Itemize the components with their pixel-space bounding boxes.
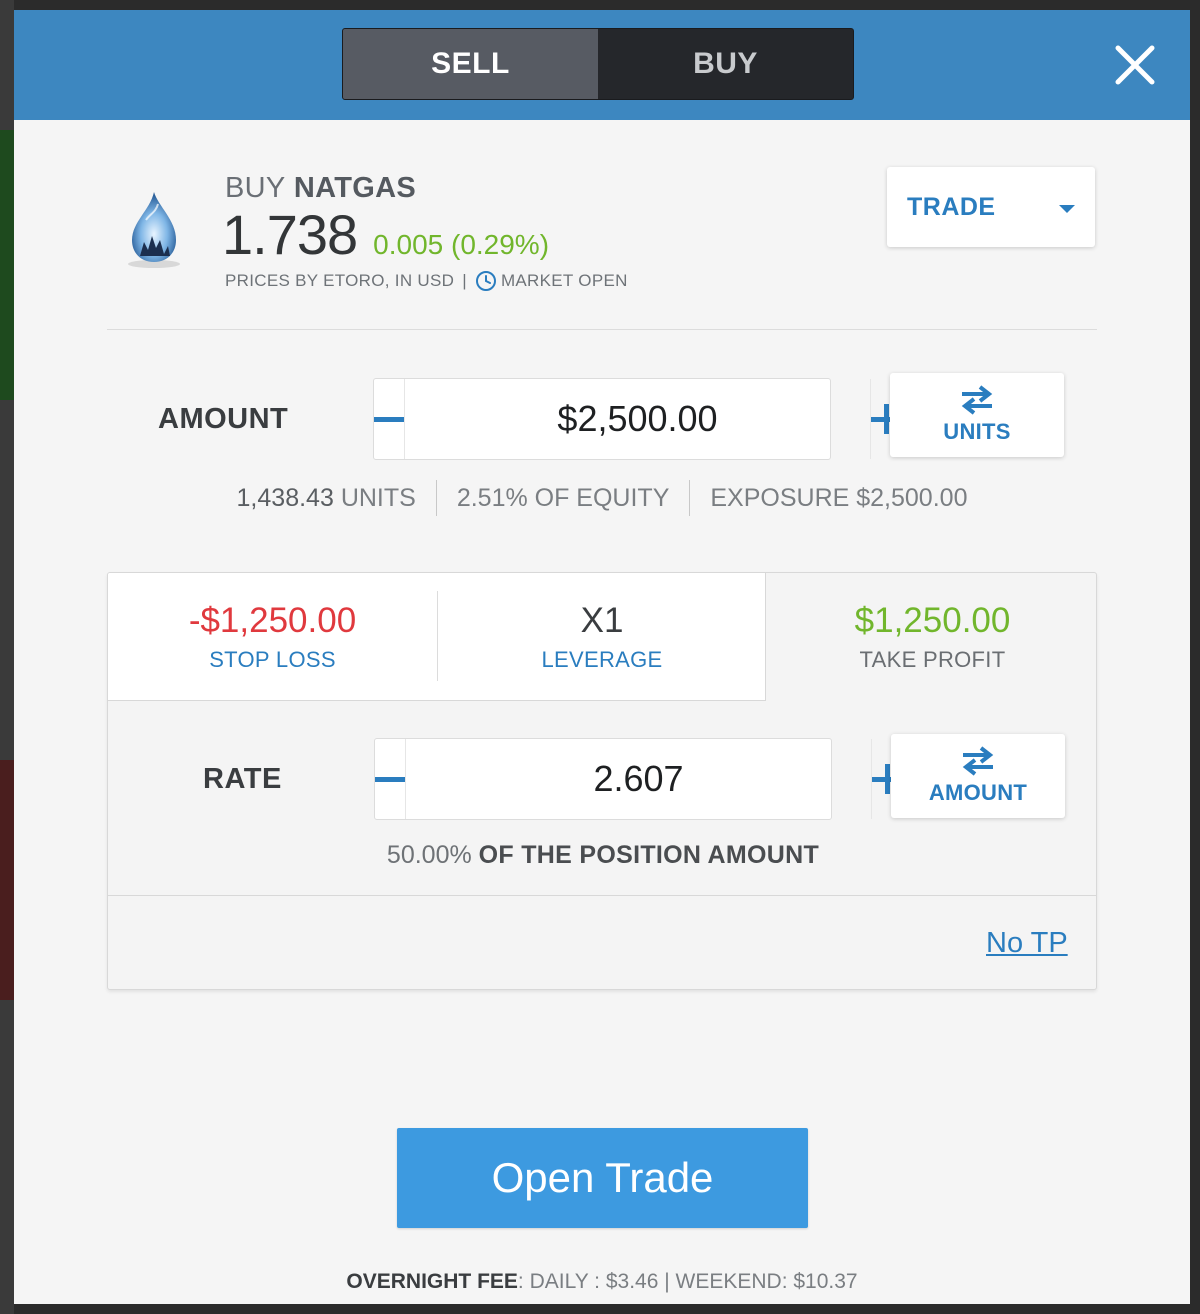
open-trade-button[interactable]: Open Trade: [397, 1128, 808, 1228]
amount-info-line: 1,438.43 UNITS 2.51% OF EQUITY EXPOSURE …: [14, 478, 1190, 518]
info-separator: [689, 480, 691, 516]
amount-stepper: [373, 378, 901, 460]
take-profit-value: $1,250.00: [854, 601, 1011, 640]
position-note-text: OF THE POSITION AMOUNT: [478, 841, 820, 869]
header-divider: [107, 329, 1097, 330]
switch-to-units-label: UNITS: [943, 419, 1011, 444]
swap-arrows-icon: [962, 746, 994, 776]
position-amount-note: 50.00% OF THE POSITION AMOUNT: [108, 841, 1096, 870]
info-separator: [435, 480, 437, 516]
dialog-body: BUY NATGAS 1.738 0.005 (0.29%) PRICES BY…: [14, 120, 1190, 1304]
price-source-line: PRICES BY ETORO, IN USD | MARKET OPEN: [225, 270, 628, 292]
overnight-fee-line: OVERNIGHT FEE: DAILY : $3.46 | WEEKEND: …: [14, 1270, 1190, 1294]
overnight-fee-label: OVERNIGHT FEE: [346, 1270, 518, 1293]
price-source-separator: |: [462, 271, 467, 290]
amount-label: AMOUNT: [158, 403, 289, 435]
current-price: 1.738: [222, 203, 358, 266]
position-percent: 50.00%: [386, 841, 472, 869]
units-count: 1,438.43: [236, 483, 334, 512]
equity-percent: 2.51% OF EQUITY: [456, 483, 670, 512]
clock-icon: [475, 271, 496, 291]
take-profit-label: TAKE PROFIT: [859, 647, 1006, 672]
leverage-label: LEVERAGE: [541, 647, 663, 672]
sell-tab[interactable]: SELL: [343, 29, 598, 99]
price-row: 1.738 0.005 (0.29%): [222, 202, 549, 267]
amount-decrease-button[interactable]: [374, 379, 405, 459]
dialog-header: SELL BUY: [14, 10, 1190, 120]
market-status: MARKET OPEN: [500, 271, 628, 290]
trade-action: BUY: [225, 172, 286, 204]
close-button[interactable]: [1110, 40, 1160, 90]
minus-icon: [375, 776, 405, 782]
rate-input[interactable]: [406, 739, 871, 819]
tab-leverage[interactable]: X1 LEVERAGE: [438, 573, 766, 701]
trade-type-label: TRADE: [907, 192, 996, 221]
risk-panel: -$1,250.00 STOP LOSS X1 LEVERAGE $1,250.…: [107, 572, 1097, 990]
swap-arrows-icon: [961, 385, 993, 415]
buy-tab[interactable]: BUY: [598, 29, 853, 99]
rate-label: RATE: [203, 763, 282, 795]
gas-flame-icon: [128, 192, 180, 268]
price-source: PRICES BY ETORO, IN USD: [225, 271, 455, 290]
stop-loss-value: -$1,250.00: [188, 601, 357, 640]
panel-divider: [108, 895, 1096, 896]
trade-type-dropdown[interactable]: TRADE: [887, 167, 1095, 247]
instrument-title: BUY NATGAS: [225, 172, 416, 205]
sell-buy-toggle: SELL BUY: [342, 28, 854, 100]
tab-stop-loss[interactable]: -$1,250.00 STOP LOSS: [108, 573, 437, 701]
close-icon: [1115, 45, 1155, 85]
chevron-down-icon: [1059, 205, 1075, 213]
switch-to-amount-label: AMOUNT: [928, 780, 1028, 805]
switch-to-amount-button[interactable]: AMOUNT: [891, 734, 1065, 818]
stop-loss-label: STOP LOSS: [209, 647, 336, 672]
exposure: EXPOSURE $2,500.00: [710, 483, 968, 512]
trade-dialog: SELL BUY BUY NATGAS 1.738 0.005 (0.29%) …: [14, 10, 1190, 1304]
no-take-profit-link[interactable]: No TP: [986, 927, 1068, 960]
instrument-symbol: NATGAS: [293, 172, 416, 204]
leverage-value: X1: [580, 601, 624, 640]
background-left-edge: [0, 0, 14, 1314]
tab-take-profit[interactable]: $1,250.00 TAKE PROFIT: [767, 573, 1096, 701]
rate-stepper: [374, 738, 902, 820]
price-change: 0.005 (0.29%): [373, 229, 550, 260]
units-label: UNITS: [340, 483, 416, 512]
amount-input[interactable]: [405, 379, 870, 459]
switch-to-units-button[interactable]: UNITS: [890, 373, 1064, 457]
minus-icon: [374, 416, 404, 422]
rate-decrease-button[interactable]: [375, 739, 406, 819]
overnight-fee-values: : DAILY : $3.46 | WEEKEND: $10.37: [517, 1270, 858, 1293]
